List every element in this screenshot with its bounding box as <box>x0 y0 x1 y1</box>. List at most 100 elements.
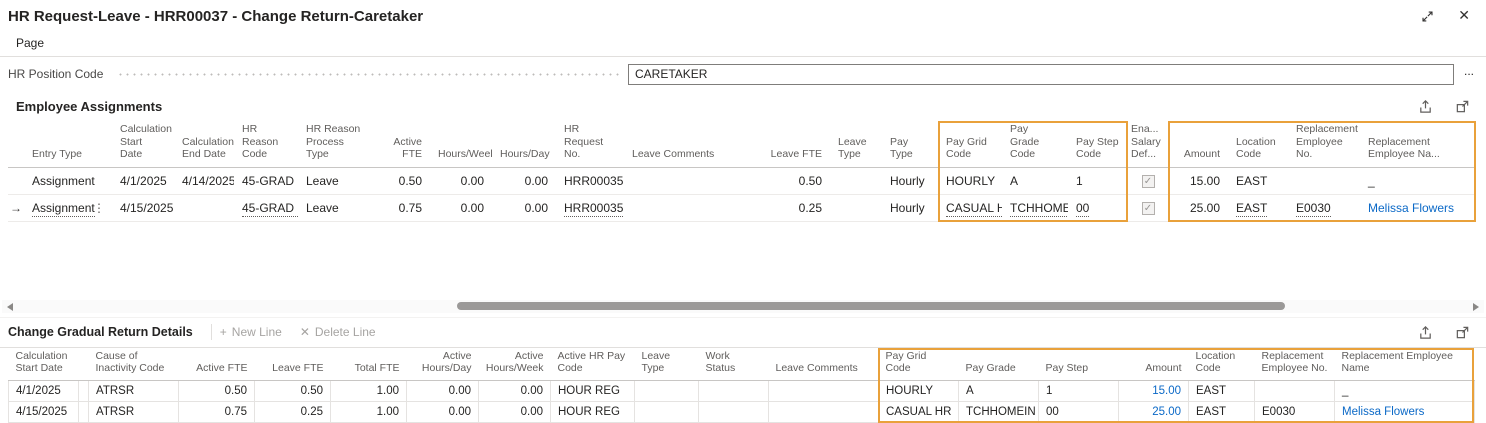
col-header[interactable]: Replacement Employee No. <box>1255 348 1335 381</box>
cell[interactable]: 0.50 <box>179 380 255 401</box>
col-header[interactable]: Ena... Salary Def... <box>1128 121 1168 167</box>
col-header[interactable]: Active FTE <box>372 121 430 167</box>
horizontal-scrollbar[interactable] <box>2 300 1484 313</box>
col-header[interactable]: Pay Type <box>882 121 938 167</box>
replacement-employee-link[interactable]: Melissa Flowers <box>1368 201 1454 215</box>
cell[interactable]: 0.00 <box>407 380 479 401</box>
col-header[interactable]: HR Reason Code <box>234 121 298 167</box>
open-in-new-button[interactable] <box>1455 325 1470 340</box>
cell[interactable]: CASUAL HR <box>938 194 1002 221</box>
cell[interactable]: EAST <box>1228 167 1288 194</box>
assist-edit-button[interactable]: ... <box>1454 64 1476 84</box>
col-header[interactable]: Leave FTE <box>255 348 331 381</box>
cell[interactable] <box>624 194 754 221</box>
col-header[interactable]: Active HR Pay Code <box>551 348 635 381</box>
cell[interactable]: Hourly <box>882 167 938 194</box>
share-button[interactable] <box>1418 325 1433 340</box>
enable-salary-checkbox[interactable]: ✓ <box>1142 175 1155 188</box>
cell[interactable]: HOURLY <box>879 380 959 401</box>
cell[interactable]: 4/15/2025 <box>9 401 79 422</box>
col-header[interactable]: Leave Type <box>635 348 699 381</box>
cell[interactable]: HOUR REG <box>551 401 635 422</box>
cell[interactable]: ATRSR <box>89 401 179 422</box>
cell[interactable]: 0.50 <box>255 380 331 401</box>
cell[interactable] <box>830 167 882 194</box>
cell[interactable]: EAST <box>1189 380 1255 401</box>
cell[interactable]: 00 <box>1039 401 1119 422</box>
cell[interactable] <box>635 401 699 422</box>
cell[interactable]: E0030 <box>1255 401 1335 422</box>
col-header[interactable]: Pay Grade Code <box>1002 121 1068 167</box>
col-header[interactable]: Active Hours/Week <box>479 348 551 381</box>
col-header[interactable]: Total FTE <box>331 348 407 381</box>
col-header[interactable]: Work Status <box>699 348 769 381</box>
cell[interactable]: 0.00 <box>430 167 492 194</box>
cell[interactable]: 0.75 <box>372 194 430 221</box>
col-header[interactable]: Location Code <box>1228 121 1288 167</box>
cell[interactable] <box>1255 380 1335 401</box>
cell[interactable]: ⋮ Assignment <box>24 194 112 221</box>
cell[interactable]: 15.00 <box>1119 380 1189 401</box>
col-header[interactable]: Leave Comments <box>624 121 754 167</box>
col-header[interactable]: Active Hours/Day <box>407 348 479 381</box>
col-header[interactable]: Leave FTE <box>754 121 830 167</box>
cell[interactable]: E0030 <box>1288 194 1360 221</box>
cell[interactable]: 0.00 <box>407 401 479 422</box>
cell[interactable]: ✓ <box>1128 194 1168 221</box>
menu-page[interactable]: Page <box>8 34 52 52</box>
col-header[interactable]: HR Request No. <box>556 121 624 167</box>
cell[interactable]: Assignment <box>24 167 112 194</box>
cell[interactable]: 15.00 <box>1168 167 1228 194</box>
cell[interactable]: Leave <box>298 194 372 221</box>
cell[interactable]: 0.00 <box>492 167 556 194</box>
cell[interactable]: 1 <box>1039 380 1119 401</box>
cell[interactable]: HRR00035 <box>556 167 624 194</box>
cell[interactable] <box>624 167 754 194</box>
cell[interactable]: 0.00 <box>479 380 551 401</box>
scroll-right-arrow[interactable] <box>1473 303 1479 311</box>
cell[interactable]: _ <box>1335 380 1475 401</box>
col-header[interactable]: Hours/Day <box>492 121 556 167</box>
current-row-indicator[interactable]: → <box>8 194 24 221</box>
cell[interactable]: TCHHOMEIN <box>1002 194 1068 221</box>
cell[interactable]: ✓ <box>1128 167 1168 194</box>
cell[interactable]: Melissa Flowers <box>1335 401 1475 422</box>
col-header[interactable]: Location Code <box>1189 348 1255 381</box>
cell[interactable]: 1.00 <box>331 401 407 422</box>
scroll-left-arrow[interactable] <box>7 303 13 311</box>
cell[interactable]: 0.50 <box>372 167 430 194</box>
cell[interactable]: Melissa Flowers <box>1360 194 1476 221</box>
cell[interactable]: 0.00 <box>492 194 556 221</box>
cell[interactable]: A <box>959 380 1039 401</box>
row-gutter[interactable] <box>8 167 24 194</box>
col-header[interactable]: Entry Type <box>24 121 112 167</box>
cell[interactable]: 45-GRAD RET... <box>234 194 298 221</box>
col-header[interactable]: Cause of Inactivity Code <box>89 348 179 381</box>
col-header[interactable]: Pay Grade <box>959 348 1039 381</box>
share-button[interactable] <box>1418 99 1433 114</box>
cell[interactable]: 1.00 <box>331 380 407 401</box>
hr-position-code-input[interactable] <box>628 64 1454 85</box>
col-header[interactable]: Calculation End Date <box>174 121 234 167</box>
col-header[interactable]: Active FTE <box>179 348 255 381</box>
cell[interactable]: TCHHOMEIN <box>959 401 1039 422</box>
cell[interactable] <box>1288 167 1360 194</box>
cell[interactable]: 0.00 <box>479 401 551 422</box>
col-header[interactable]: Leave Type <box>830 121 882 167</box>
cell[interactable]: A <box>1002 167 1068 194</box>
col-header[interactable]: Replacement Employee No. <box>1288 121 1360 167</box>
col-header[interactable]: Amount <box>1119 348 1189 381</box>
cell[interactable]: _ <box>1360 167 1476 194</box>
col-header[interactable]: Hours/Week <box>430 121 492 167</box>
col-header[interactable]: HR Reason Process Type <box>298 121 372 167</box>
col-header[interactable]: Pay Grid Code <box>938 121 1002 167</box>
cell[interactable] <box>635 380 699 401</box>
col-header[interactable]: Pay Step Code <box>1068 121 1128 167</box>
cell[interactable]: HOURLY <box>938 167 1002 194</box>
cell[interactable]: CASUAL HR <box>879 401 959 422</box>
cell[interactable]: ATRSR <box>89 380 179 401</box>
col-header[interactable]: Replacement Employee Name <box>1335 348 1475 381</box>
cell[interactable] <box>174 194 234 221</box>
cell[interactable]: EAST <box>1189 401 1255 422</box>
enable-salary-checkbox[interactable]: ✓ <box>1142 202 1155 215</box>
